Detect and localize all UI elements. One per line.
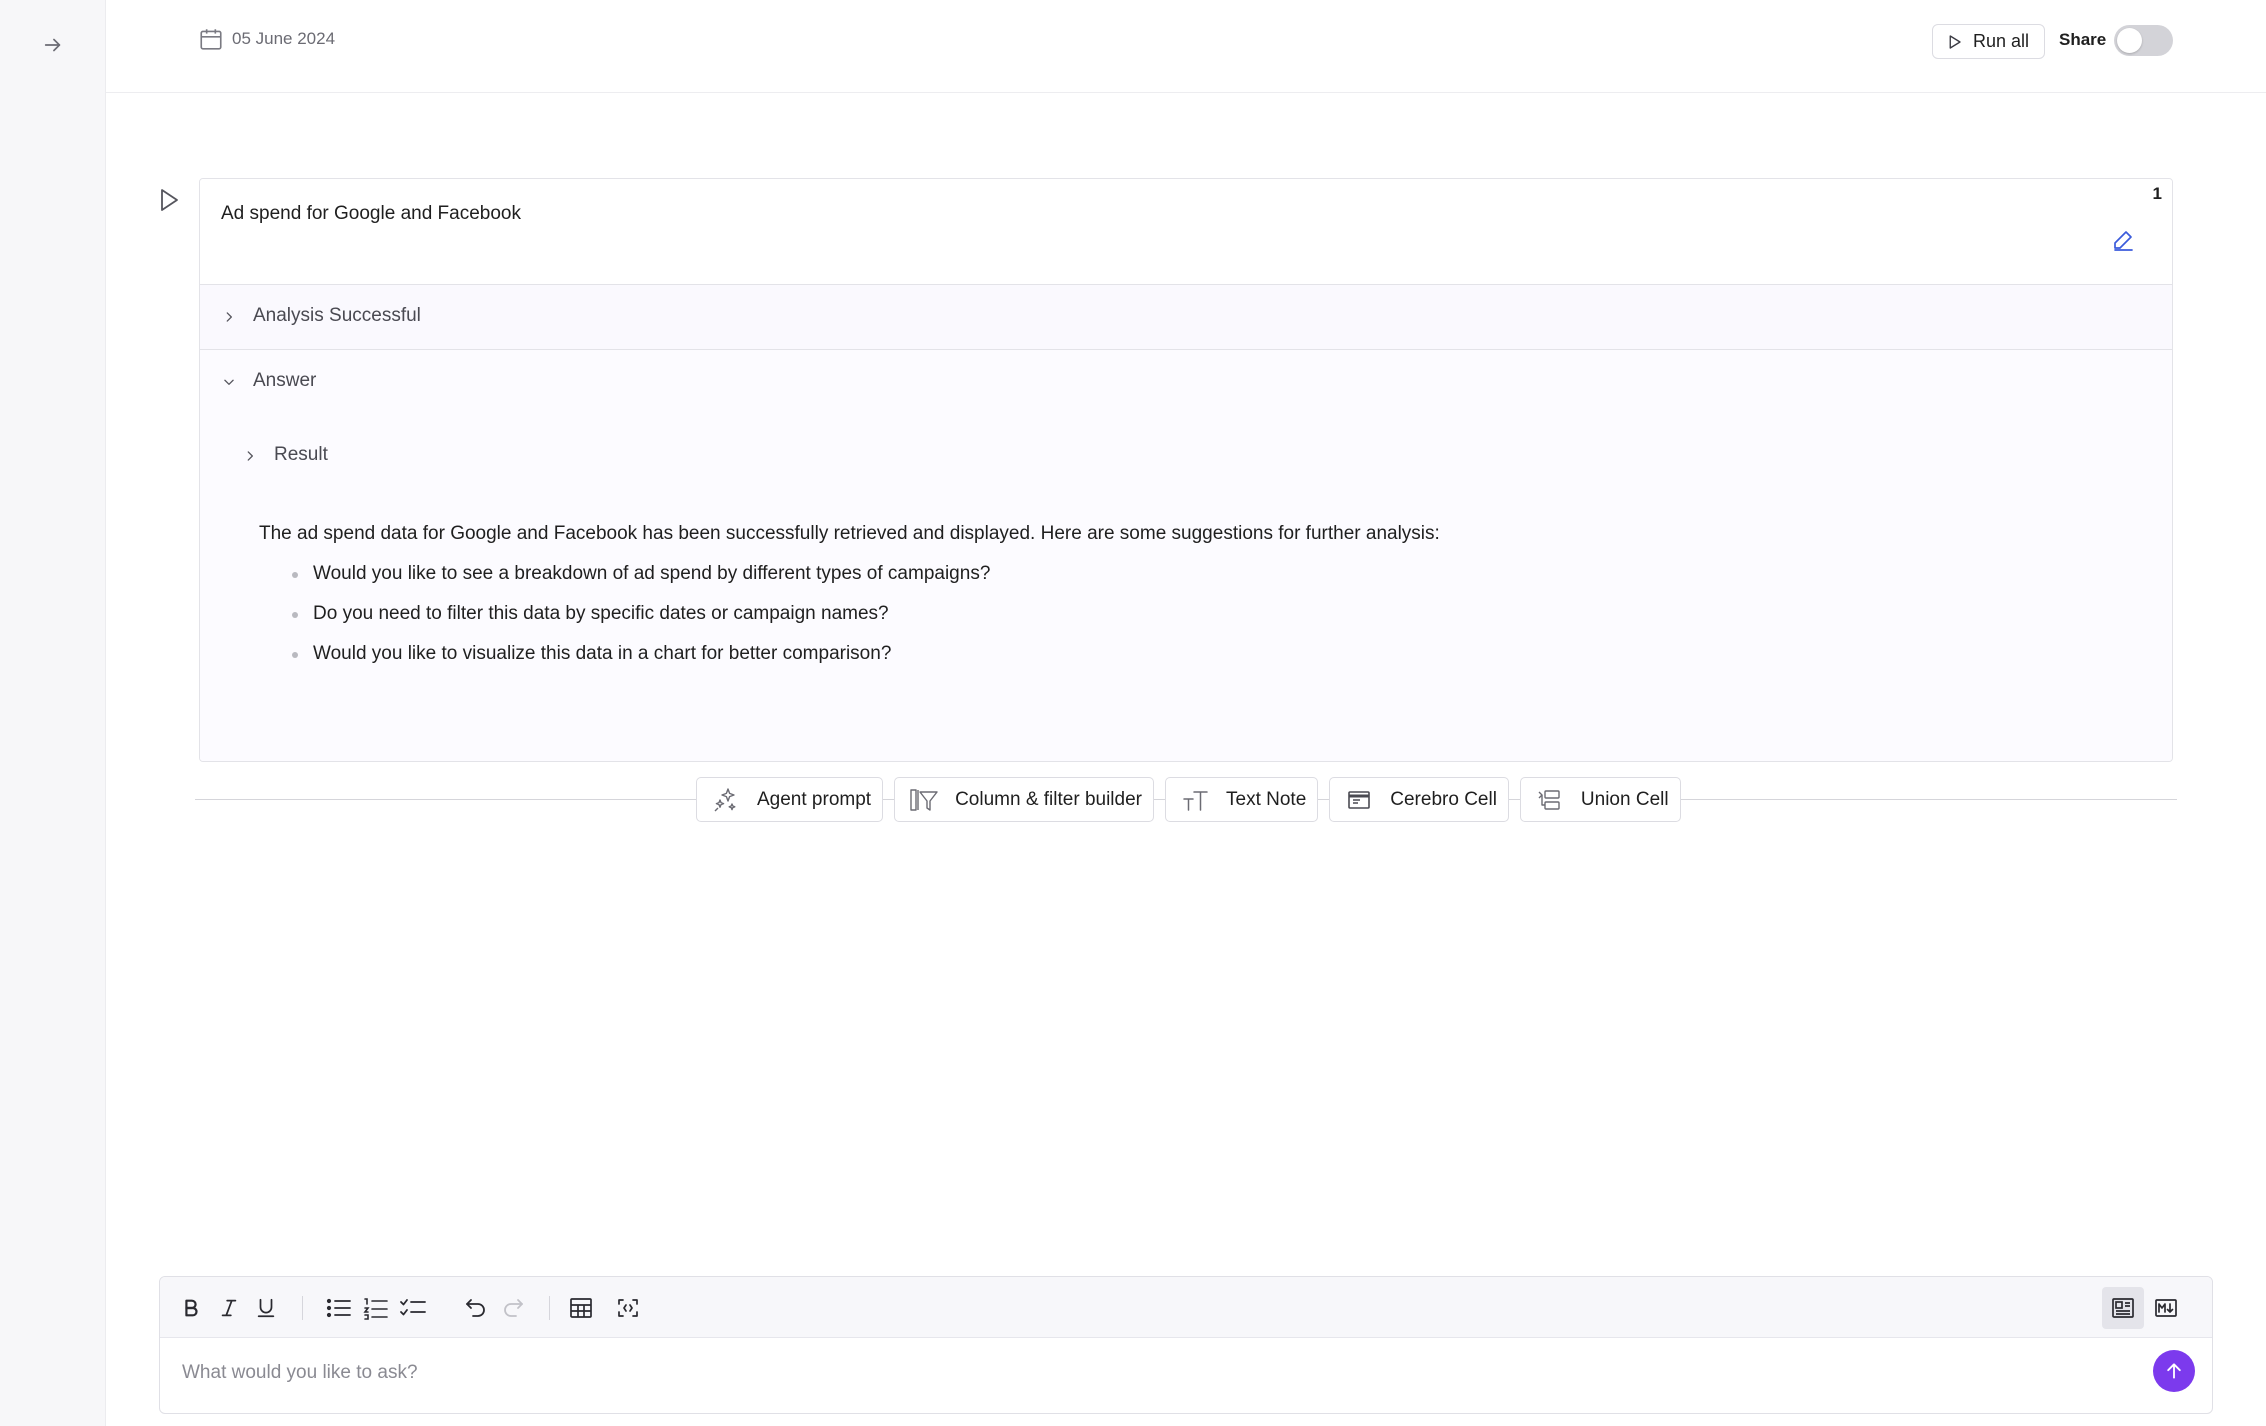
- edit-prompt-button[interactable]: [2110, 227, 2136, 253]
- toolbar-separator: [302, 1296, 303, 1320]
- insert-embed-button[interactable]: [611, 1291, 645, 1325]
- insert-table-button[interactable]: [564, 1291, 598, 1325]
- answer-label: Answer: [253, 370, 317, 391]
- play-icon: [1949, 34, 1961, 49]
- suggestion-item: Would you like to see a breakdown of ad …: [292, 563, 990, 603]
- run-cell-button[interactable]: [156, 186, 182, 214]
- arrow-up-icon: [2167, 1363, 2181, 1379]
- left-rail: [0, 0, 106, 1426]
- expand-sidebar-button[interactable]: [38, 30, 68, 60]
- undo-icon: [466, 1299, 485, 1317]
- formatting-toolbar: [160, 1277, 2212, 1338]
- share-toggle-knob: [2117, 28, 2142, 53]
- cell-header: Ad spend for Google and Facebook 1: [200, 179, 2172, 285]
- bold-button[interactable]: [174, 1291, 208, 1325]
- share-toggle[interactable]: [2114, 25, 2173, 56]
- run-all-button[interactable]: Run all: [1932, 24, 2045, 59]
- rich-text-mode-button[interactable]: [2102, 1287, 2144, 1329]
- add-text-note-label: Text Note: [1226, 788, 1307, 810]
- numbered-list-button[interactable]: [359, 1291, 393, 1325]
- bullet-icon: [292, 572, 298, 578]
- table-icon: [570, 1298, 592, 1318]
- arrow-right-icon: [44, 38, 61, 52]
- answer-text: The ad spend data for Google and Faceboo…: [259, 523, 1440, 544]
- suggestion-item: Do you need to filter this data by speci…: [292, 603, 990, 643]
- chevron-right-icon: [242, 448, 258, 464]
- numbered-list-icon: [363, 1298, 388, 1320]
- redo-button[interactable]: [496, 1291, 530, 1325]
- add-agent-prompt-button[interactable]: Agent prompt: [696, 777, 884, 822]
- bullet-icon: [292, 612, 298, 618]
- pencil-icon: [2114, 231, 2133, 251]
- add-text-note-button[interactable]: Text Note: [1165, 777, 1319, 822]
- add-cerebro-cell-label: Cerebro Cell: [1390, 788, 1497, 810]
- play-icon: [161, 189, 178, 211]
- italic-button[interactable]: [212, 1291, 246, 1325]
- union-icon: [1535, 785, 1565, 815]
- answer-toggle[interactable]: Answer: [200, 350, 2172, 412]
- toolbar-separator: [549, 1296, 550, 1320]
- bold-icon: [185, 1299, 198, 1317]
- answer-section: Answer Result The ad spend data for Goog…: [200, 350, 2172, 761]
- top-bar: 05 June 2024 Run all Share: [106, 0, 2266, 93]
- column-filter-icon: [909, 785, 939, 815]
- suggestion-list: Would you like to see a breakdown of ad …: [292, 563, 990, 683]
- result-toggle[interactable]: Result: [242, 440, 442, 470]
- add-agent-prompt-label: Agent prompt: [757, 788, 872, 810]
- bullet-icon: [292, 652, 298, 658]
- undo-button[interactable]: [459, 1291, 493, 1325]
- code-block-icon: [618, 1299, 638, 1317]
- cerebro-icon: [1344, 785, 1374, 815]
- add-union-cell-label: Union Cell: [1580, 788, 1669, 810]
- notebook-date: 05 June 2024: [198, 26, 335, 52]
- analysis-status-row[interactable]: Analysis Successful: [200, 285, 2172, 350]
- suggestion-text: Do you need to filter this data by speci…: [313, 603, 889, 624]
- share-label: Share: [2059, 30, 2107, 49]
- prompt-composer: [159, 1276, 2213, 1414]
- notebook-cell: Ad spend for Google and Facebook 1 Analy…: [199, 178, 2173, 762]
- bullet-list-button[interactable]: [322, 1291, 356, 1325]
- add-cell-buttons: Agent prompt Column & filter builder Tex…: [696, 777, 1681, 822]
- bullet-list-icon: [326, 1298, 351, 1318]
- text-size-icon: [1180, 785, 1210, 815]
- prompt-input[interactable]: [182, 1353, 2082, 1393]
- chevron-down-icon: [221, 374, 237, 390]
- redo-icon: [504, 1299, 523, 1317]
- underline-icon: [257, 1298, 275, 1318]
- result-label: Result: [274, 444, 328, 465]
- suggestion-text: Would you like to visualize this data in…: [313, 643, 892, 664]
- suggestion-item: Would you like to visualize this data in…: [292, 643, 990, 683]
- send-button[interactable]: [2153, 1350, 2195, 1392]
- underline-button[interactable]: [249, 1291, 283, 1325]
- calendar-icon: [200, 29, 222, 50]
- run-all-label: Run all: [1973, 31, 2030, 51]
- suggestion-text: Would you like to see a breakdown of ad …: [313, 563, 991, 584]
- sparkles-icon: [711, 785, 741, 815]
- add-column-filter-label: Column & filter builder: [955, 788, 1142, 810]
- cell-index: 1: [2152, 184, 2162, 203]
- chevron-right-icon: [221, 309, 237, 325]
- markdown-icon: [2155, 1299, 2177, 1317]
- add-cerebro-cell-button[interactable]: Cerebro Cell: [1329, 777, 1509, 822]
- add-cell-bar: Agent prompt Column & filter builder Tex…: [195, 777, 2177, 823]
- cell-prompt: Ad spend for Google and Facebook: [221, 203, 521, 224]
- markdown-mode-button[interactable]: [2149, 1291, 2183, 1325]
- checklist-button[interactable]: [396, 1291, 430, 1325]
- analysis-status-label: Analysis Successful: [253, 305, 421, 326]
- date-label: 05 June 2024: [232, 29, 336, 48]
- italic-icon: [221, 1299, 237, 1317]
- add-union-cell-button[interactable]: Union Cell: [1519, 777, 1681, 822]
- checklist-icon: [400, 1299, 426, 1316]
- add-column-filter-button[interactable]: Column & filter builder: [894, 777, 1154, 822]
- rich-text-icon: [2112, 1298, 2134, 1318]
